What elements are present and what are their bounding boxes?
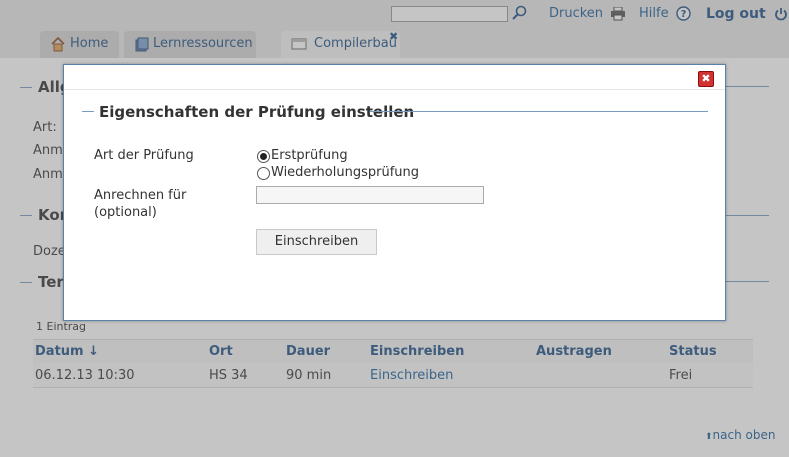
exam-settings-dialog: ✖ Eigenschaften der Prüfung einstellen A… <box>63 64 726 321</box>
credit-input[interactable] <box>256 186 484 204</box>
radio-erstpruefung[interactable] <box>257 150 270 163</box>
radio-wiederholungspruefung-label[interactable]: Wiederholungsprüfung <box>271 165 419 180</box>
legend-rule-right <box>370 111 708 112</box>
exam-type-label: Art der Prüfung <box>94 148 194 163</box>
radio-wiederholungspruefung[interactable] <box>257 167 270 180</box>
credit-optional-label: (optional) <box>94 205 157 220</box>
dialog-titlebar: ✖ <box>64 65 725 90</box>
radio-erstpruefung-label[interactable]: Erstprüfung <box>271 148 348 163</box>
legend-rule-left <box>82 111 94 112</box>
dialog-title: Eigenschaften der Prüfung einstellen <box>99 103 415 121</box>
close-icon[interactable]: ✖ <box>698 71 714 87</box>
credit-label: Anrechnen für <box>94 188 187 203</box>
enroll-button[interactable]: Einschreiben <box>256 229 377 255</box>
